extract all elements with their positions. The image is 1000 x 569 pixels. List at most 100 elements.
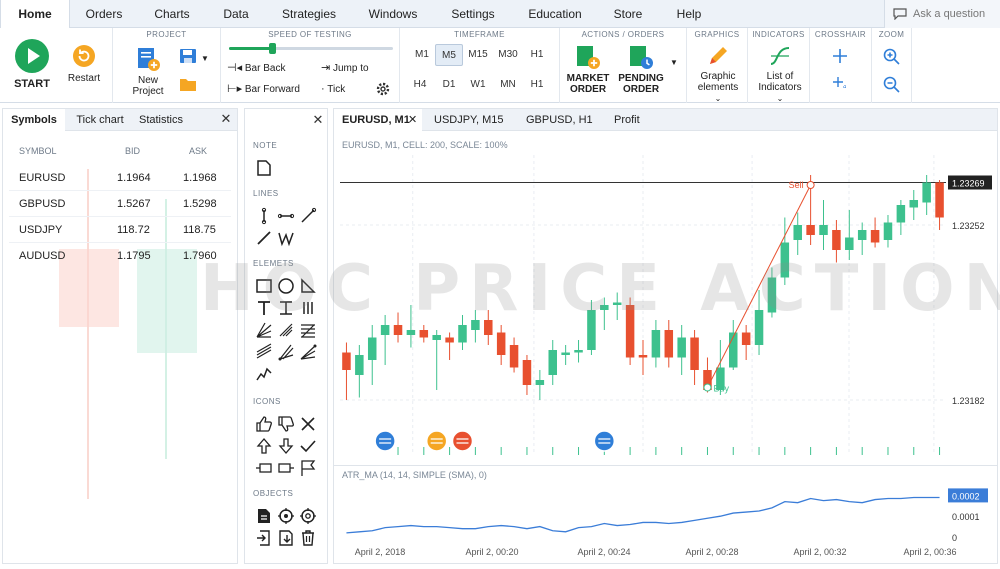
indicator-chart[interactable]: 0.0002 0.0001 0 [334,479,997,541]
timeframe-m5[interactable]: M5 [435,44,463,66]
list-of-indicators-button[interactable]: List of Indicators ⌄ [752,44,808,104]
tab-tick-chart[interactable]: Tick chart [69,109,131,131]
andrews-pitchfork-icon[interactable] [277,343,295,361]
settings-gear-icon[interactable] [375,81,391,97]
symbol-row[interactable]: AUDUSD 1.1795 1.7960 [9,243,231,269]
regression-channel-icon[interactable] [255,343,273,361]
market-order-button[interactable]: MARKET ORDER [564,44,612,95]
flag-icon[interactable] [299,459,317,477]
graphic-elements-button[interactable]: Graphic elements ⌄ [691,44,745,104]
fibonacci-icon[interactable] [299,321,317,339]
fib-fan-icon[interactable] [299,343,317,361]
project-group: PROJECT New Project ▼ [113,28,221,103]
chart-tab-eurusd[interactable]: EURUSD, M1 ✕ [334,109,422,132]
document-icon[interactable] [255,507,273,525]
timeframe-h4[interactable]: H4 [406,74,434,96]
price-label-left-icon[interactable] [255,459,273,477]
menu-strategies[interactable]: Strategies [278,0,340,28]
timeframe-m1[interactable]: M1 [408,44,436,66]
timeframe-h1[interactable]: H1 [523,44,551,66]
ask-question-field[interactable]: Ask a question [884,0,1000,28]
jump-to-button[interactable]: ⇥ Jump to [321,63,369,75]
crosshair-dotted-icon[interactable] [832,76,848,92]
symbol-row[interactable]: USDJPY 118.72 118.75 [9,217,231,243]
timeframe-w1[interactable]: W1 [464,74,492,96]
zoom-in-icon[interactable] [883,48,900,65]
trash-icon[interactable] [299,529,317,547]
timeframe-d1[interactable]: D1 [435,74,463,96]
symbol-name: USDJPY [19,224,63,236]
menu-store[interactable]: Store [608,0,648,28]
circle-icon[interactable] [277,277,295,295]
channel-icon[interactable] [277,299,295,317]
restart-button[interactable]: Restart [64,44,104,84]
import-icon[interactable] [277,529,295,547]
chart-area: EURUSD, M1 ✕ USDJPY, M15 GBPUSD, H1 Prof… [333,108,998,564]
timeframe-m15[interactable]: M15 [464,44,492,66]
menu-education[interactable]: Education [524,0,586,28]
thumbs-down-icon[interactable] [277,415,295,433]
save-dropdown-chevron-icon[interactable]: ▼ [201,54,209,63]
symbol-row[interactable]: GBPUSD 1.5267 1.5298 [9,191,231,217]
time-axis-label: April 2, 00:32 [793,547,846,557]
symbol-row[interactable]: EURUSD 1.1964 1.1968 [9,165,231,191]
tab-symbols[interactable]: Symbols [3,109,65,132]
candlestick-chart[interactable]: 1.23269 1.23252 1.23182 Buy Sell [334,149,997,461]
vertical-line-icon[interactable] [255,207,273,225]
ray-line-icon[interactable] [255,229,273,247]
menu-windows[interactable]: Windows [364,0,422,28]
chart-tab-usdjpy[interactable]: USDJPY, M15 [434,109,514,131]
cross-icon[interactable] [299,415,317,433]
menu-settings[interactable]: Settings [446,0,500,28]
save-icon[interactable] [179,48,197,64]
target-icon[interactable] [277,507,295,525]
menu-charts[interactable]: Charts [148,0,196,28]
pending-order-button[interactable]: PENDING ORDER [616,44,666,95]
menu-home[interactable]: Home [0,0,70,29]
candle [496,332,506,355]
thumbs-up-icon[interactable] [255,415,273,433]
price-label-right-icon[interactable] [277,459,295,477]
wave-line-icon[interactable] [277,229,295,247]
speed-slider-track[interactable] [229,43,393,54]
speed-slider-handle[interactable] [268,43,276,54]
zoom-out-icon[interactable] [883,76,900,93]
orders-dropdown-chevron-icon[interactable]: ▼ [670,58,678,67]
horizontal-line-icon[interactable] [277,207,295,225]
triangle-icon[interactable] [299,277,317,295]
ribbon-toolbar: START Restart PROJECT New Project ▼ SPEE… [0,28,1000,103]
crosshair-icon[interactable] [832,48,848,64]
timeframe-mn[interactable]: MN [494,74,522,96]
target-alt-icon[interactable] [299,507,317,525]
new-project-button[interactable]: New Project [127,46,169,97]
arrow-up-icon[interactable] [255,437,273,455]
bar-back-button[interactable]: ⊣◂ Bar Back [227,63,285,75]
timeframe-m30[interactable]: M30 [494,44,522,66]
tab-statistics[interactable]: Statistics [135,109,187,131]
export-icon[interactable] [255,529,273,547]
tick-button[interactable]: · Tick [321,84,345,96]
trend-line-icon[interactable] [299,207,317,225]
bar-forward-button[interactable]: ⊢▸ Bar Forward [227,84,300,96]
elliott-wave-icon[interactable] [255,365,273,383]
parallel-lines-icon[interactable] [299,299,317,317]
folder-icon[interactable] [179,76,197,92]
close-icon[interactable]: ✕ [219,112,233,126]
pending-order-label-2: ORDER [622,84,660,95]
check-icon[interactable] [299,437,317,455]
arrow-down-icon[interactable] [277,437,295,455]
note-icon[interactable] [255,159,273,177]
timeframe-h1-second[interactable]: H1 [523,74,551,96]
text-icon[interactable] [255,299,273,317]
chart-tab-gbpusd[interactable]: GBPUSD, H1 [526,109,596,131]
menu-orders[interactable]: Orders [78,0,130,28]
menu-data[interactable]: Data [218,0,254,28]
menu-help[interactable]: Help [672,0,706,28]
rectangle-icon[interactable] [255,277,273,295]
close-tools-icon[interactable]: ✕ [311,113,325,127]
close-chart-tab-icon[interactable]: ✕ [408,109,417,131]
pitchfork-icon[interactable] [277,321,295,339]
chart-tab-profit[interactable]: Profit [614,109,654,131]
gann-fan-icon[interactable] [255,321,273,339]
start-button[interactable]: START [10,38,54,90]
